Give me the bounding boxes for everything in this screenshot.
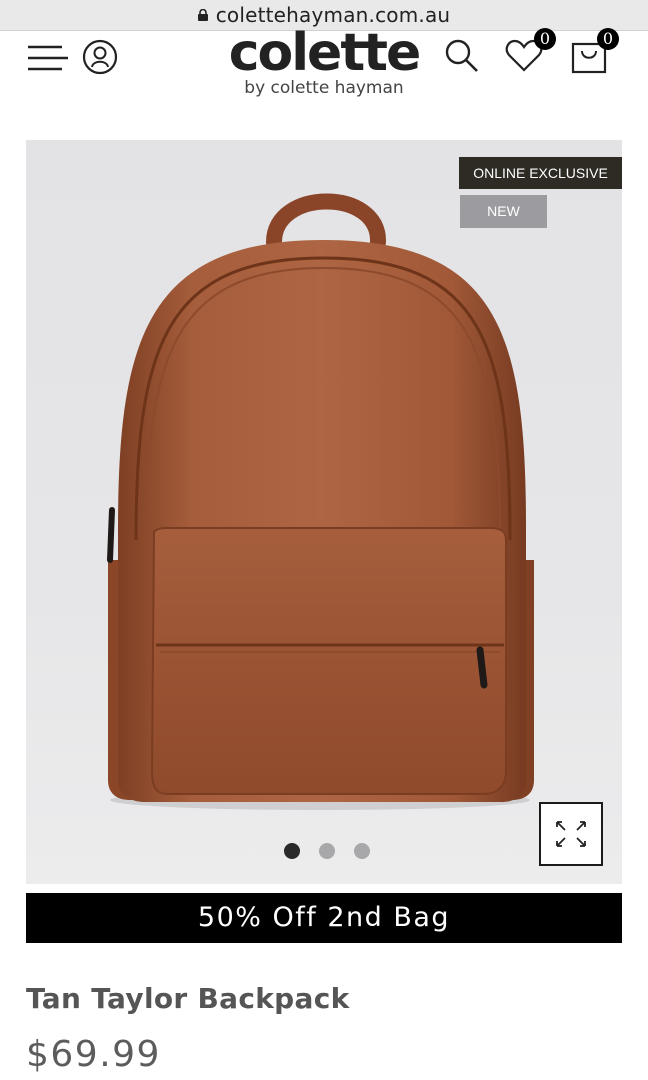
product-price: $69.99 xyxy=(26,1034,161,1075)
hamburger-menu-icon[interactable] xyxy=(26,45,70,71)
product-title: Tan Taylor Backpack xyxy=(26,982,350,1015)
product-image xyxy=(107,193,534,810)
online-exclusive-tag: ONLINE EXCLUSIVE xyxy=(459,157,622,189)
expand-arrows-icon xyxy=(556,821,586,847)
account-icon[interactable] xyxy=(82,39,118,75)
lock-icon xyxy=(197,9,208,21)
site-logo[interactable]: colette xyxy=(216,23,432,83)
product-image-gallery[interactable]: ONLINE EXCLUSIVE NEW xyxy=(26,140,622,884)
cart-count-badge: 0 xyxy=(597,28,619,50)
promo-banner[interactable]: 50% Off 2nd Bag xyxy=(26,893,622,943)
new-tag: NEW xyxy=(460,195,547,228)
site-tagline: by colette hayman xyxy=(244,78,404,98)
carousel-dot-3[interactable] xyxy=(354,843,370,859)
expand-image-button[interactable] xyxy=(539,802,603,866)
carousel-dots xyxy=(284,843,370,859)
search-icon[interactable] xyxy=(444,38,480,74)
wishlist-count-badge: 0 xyxy=(534,28,556,50)
site-header: colette by colette hayman 0 0 xyxy=(0,23,648,111)
carousel-dot-1[interactable] xyxy=(284,843,300,859)
carousel-dot-2[interactable] xyxy=(319,843,335,859)
